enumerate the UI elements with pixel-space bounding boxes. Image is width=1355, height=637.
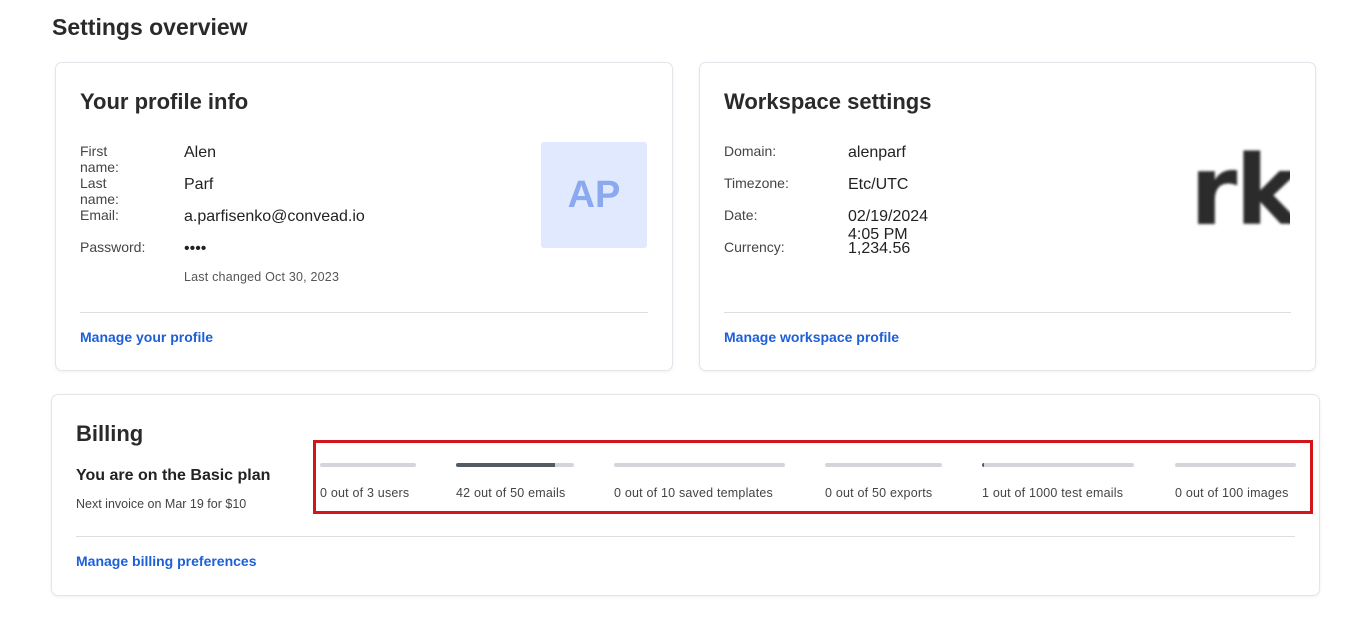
field-label: Email: (80, 207, 119, 223)
meter-track (982, 463, 1134, 467)
workspace-card-title: Workspace settings (724, 89, 932, 114)
meter-caption: 0 out of 10 saved templates (614, 486, 773, 500)
email-value: a.parfisenko@convead.io (184, 208, 365, 225)
meter-fill (982, 463, 984, 467)
field-label: Timezone: (724, 175, 789, 191)
workspace-logo-text: rk (1190, 143, 1290, 247)
divider (76, 536, 1295, 537)
meter-track (825, 463, 942, 467)
field-label: Last name: (80, 175, 119, 207)
field-label: First name: (80, 143, 119, 175)
manage-billing-link[interactable]: Manage billing preferences (76, 553, 257, 569)
domain-value: alenparf (848, 144, 906, 161)
field-label: Currency: (724, 239, 785, 255)
meter-fill (456, 463, 556, 467)
profile-card-title: Your profile info (80, 89, 249, 114)
usage-meters: 0 out of 3 users 42 out of 50 emails 0 o… (313, 440, 1313, 514)
page-title: Settings overview (52, 14, 248, 40)
field-label: Date: (724, 207, 758, 223)
meter-track (456, 463, 574, 467)
profile-card: Your profile info First name: Alen Last … (56, 63, 672, 370)
plan-name: You are on the Basic plan (76, 467, 271, 484)
divider (80, 312, 648, 313)
meter-track (614, 463, 785, 467)
meter-caption: 1 out of 1000 test emails (982, 486, 1124, 500)
avatar: AP (541, 142, 647, 248)
timezone-value: Etc/UTC (848, 176, 909, 193)
password-value: •••• (184, 240, 207, 257)
divider (724, 312, 1291, 313)
next-invoice: Next invoice on Mar 19 for $10 (76, 497, 247, 511)
field-label: Password: (80, 239, 146, 255)
first-name-value: Alen (184, 144, 217, 161)
meter-track (1175, 463, 1296, 467)
meter-track (320, 463, 416, 467)
meter-caption: 42 out of 50 emails (456, 486, 566, 500)
manage-profile-link[interactable]: Manage your profile (80, 329, 213, 345)
manage-workspace-link[interactable]: Manage workspace profile (724, 329, 899, 345)
meter-caption: 0 out of 100 images (1175, 486, 1289, 500)
last-name-value: Parf (184, 176, 214, 193)
billing-card-title: Billing (76, 421, 144, 446)
date-value: 02/19/2024 4:05 PM (848, 208, 929, 243)
billing-card: Billing You are on the Basic plan Next i… (52, 395, 1319, 595)
workspace-logo: rk (1188, 143, 1290, 248)
meter-caption: 0 out of 50 exports (825, 486, 933, 500)
meter-caption: 0 out of 3 users (320, 486, 410, 500)
field-label: Domain: (724, 143, 777, 159)
password-last-changed: Last changed Oct 30, 2023 (184, 270, 340, 284)
currency-value: 1,234.56 (848, 240, 911, 257)
workspace-card: Workspace settings Domain: alenparf Time… (700, 63, 1315, 370)
